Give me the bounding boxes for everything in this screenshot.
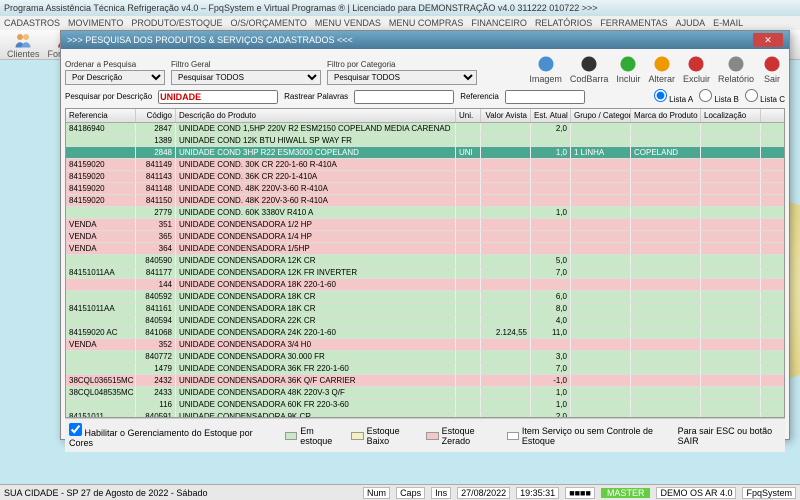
table-row[interactable]: 840592UNIDADE CONDENSADORA 18K CR6,0 [66,291,784,303]
col-header[interactable]: Grupo / Categoria [571,109,631,122]
window-titlebar: Programa Assistência Técnica Refrigeraçã… [0,0,800,16]
table-row[interactable]: 2779UNIDADE COND. 60K 3380V R410 A1,0 [66,207,784,219]
col-header[interactable]: Referencia [66,109,136,122]
table-row[interactable]: 84159020841148UNIDADE COND. 48K 220V-3-6… [66,183,784,195]
col-header[interactable]: Localização [701,109,761,122]
dialog-titlebar: >>> PESQUISA DOS PRODUTOS & SERVIÇOS CAD… [61,31,789,49]
grid-header: ReferenciaCódigoDescrição do ProdutoUni.… [66,109,784,123]
table-row[interactable]: 841869402847UNIDADE COND 1,5HP 220V R2 E… [66,123,784,135]
clientes-button[interactable]: Clientes [4,30,43,60]
table-row[interactable]: 840772UNIDADE CONDENSADORA 30.000 FR3,0 [66,351,784,363]
table-row[interactable]: 84151011AA841177UNIDADE CONDENSADORA 12K… [66,267,784,279]
legend-item: Estoque Baixo [351,426,416,446]
menu-menu vendas[interactable]: MENU VENDAS [315,18,381,28]
table-row[interactable]: 2848UNIDADE COND 3HP R22 ESM3000 COPELAN… [66,147,784,159]
ref-label: Referencia [460,92,499,101]
alterar-button[interactable]: Alterar [645,53,678,85]
filtro-cat-label: Filtro por Categoria [327,60,477,69]
rastrear-label: Rastrear Palavras [284,92,348,101]
imagem-button[interactable]: Imagem [526,53,565,85]
table-row[interactable]: 116UNIDADE CONDENSADORA 60K FR 220-3-601… [66,399,784,411]
menu-ajuda[interactable]: AJUDA [676,18,706,28]
col-header[interactable]: Valor Avista [481,109,531,122]
exit-hint: Para sair ESC ou botão SAIR [678,426,781,446]
menu-movimento[interactable]: MOVIMENTO [68,18,123,28]
close-button[interactable]: ✕ [753,33,783,47]
table-row[interactable]: 84159020841150UNIDADE COND. 48K 220V-3-6… [66,195,784,207]
col-header[interactable]: Est. Atual [531,109,571,122]
filtro-geral-label: Filtro Geral [171,60,321,69]
table-row[interactable]: 84159020841149UNIDADE COND. 30K CR 220-1… [66,159,784,171]
filtro-cat-select[interactable]: Pesquisar TODOS [327,70,477,85]
incluir-button[interactable]: Incluir [613,53,643,85]
radio-lista-b[interactable]: Lista B [699,89,739,104]
pesq-desc-input[interactable] [158,90,278,104]
menu-cadastros[interactable]: CADASTROS [4,18,60,28]
table-row[interactable]: 1389UNIDADE COND 12K BTU HIWALL SP WAY F… [66,135,784,147]
radio-lista-a[interactable]: Lista A [654,89,693,104]
results-grid[interactable]: ReferenciaCódigoDescrição do ProdutoUni.… [65,108,785,418]
menu-e-mail[interactable]: E-MAIL [713,18,743,28]
sair-button[interactable]: Sair [759,53,785,85]
lista-radios: Lista A Lista B Lista C [654,89,785,104]
table-row[interactable]: VENDA364UNIDADE CONDENSADORA 1/5HP [66,243,784,255]
excluir-button[interactable]: Excluir [680,53,713,85]
table-row[interactable]: VENDA351UNIDADE CONDENSADORA 1/2 HP [66,219,784,231]
pesq-desc-label: Pesquisar por Descrição [65,92,152,101]
table-row[interactable]: 38CQL048535MC2433UNIDADE CONDENSADORA 48… [66,387,784,399]
table-row[interactable]: 84151011AA841161UNIDADE CONDENSADORA 18K… [66,303,784,315]
table-row[interactable]: 38CQL036515MC2432UNIDADE CONDENSADORA 36… [66,375,784,387]
legend-item: Estoque Zerado [426,426,496,446]
col-header[interactable]: Uni. [456,109,481,122]
ordenar-select[interactable]: Por Descrição [65,70,165,85]
relatório-button[interactable]: Relatório [715,53,757,85]
dialog-iconbar: ImagemCodBarraIncluirAlterarExcluirRelat… [526,53,785,85]
table-row[interactable]: 840590UNIDADE CONDENSADORA 12K CR5,0 [66,255,784,267]
legend-item: Item Serviço ou sem Controle de Estoque [507,426,666,446]
legend-bar: Habilitar o Gerenciamento do Estoque por… [65,418,785,452]
menu-produto/estoque[interactable]: PRODUTO/ESTOQUE [131,18,222,28]
menu-bar: CADASTROS MOVIMENTO PRODUTO/ESTOQUE O/S/ORÇ… [0,16,800,30]
menu-ferramentas[interactable]: FERRAMENTAS [600,18,667,28]
ref-input[interactable] [505,90,585,104]
menu-financeiro[interactable]: FINANCEIRO [471,18,527,28]
legend-checkbox[interactable]: Habilitar o Gerenciamento do Estoque por… [69,423,253,448]
filtro-geral-select[interactable]: Pesquisar TODOS [171,70,321,85]
radio-lista-c[interactable]: Lista C [745,89,785,104]
status-bar: SUA CIDADE - SP 27 de Agosto de 2022 - S… [0,484,800,500]
table-row[interactable]: 84159020 AC841068UNIDADE CONDENSADORA 24… [66,327,784,339]
ordenar-label: Ordenar a Pesquisa [65,60,165,69]
table-row[interactable]: 84151011840591UNIDADE CONDENSADORA 9K CR… [66,411,784,418]
codbarra-button[interactable]: CodBarra [567,53,612,85]
search-dialog: >>> PESQUISA DOS PRODUTOS & SERVIÇOS CAD… [60,30,790,440]
menu-menu compras[interactable]: MENU COMPRAS [389,18,464,28]
status-left: SUA CIDADE - SP 27 de Agosto de 2022 - S… [4,488,207,498]
col-header[interactable]: Marca do Produto [631,109,701,122]
table-row[interactable]: 84159020841143UNIDADE COND. 36K CR 220-1… [66,171,784,183]
table-row[interactable]: VENDA352UNIDADE CONDENSADORA 3/4 H0 [66,339,784,351]
menu-relatórios[interactable]: RELATÓRIOS [535,18,592,28]
menu-o/s/orçamento[interactable]: O/S/ORÇAMENTO [231,18,307,28]
table-row[interactable]: 1479UNIDADE CONDENSADORA 36K FR 220-1-60… [66,363,784,375]
col-header[interactable]: Código [136,109,176,122]
table-row[interactable]: 144UNIDADE CONDENSADORA 18K 220-1-60 [66,279,784,291]
table-row[interactable]: 840594UNIDADE CONDENSADORA 22K CR4,0 [66,315,784,327]
col-header[interactable]: Descrição do Produto [176,109,456,122]
legend-item: Em estoque [285,426,341,446]
table-row[interactable]: VENDA365UNIDADE CONDENSADORA 1/4 HP [66,231,784,243]
rastrear-input[interactable] [354,90,454,104]
